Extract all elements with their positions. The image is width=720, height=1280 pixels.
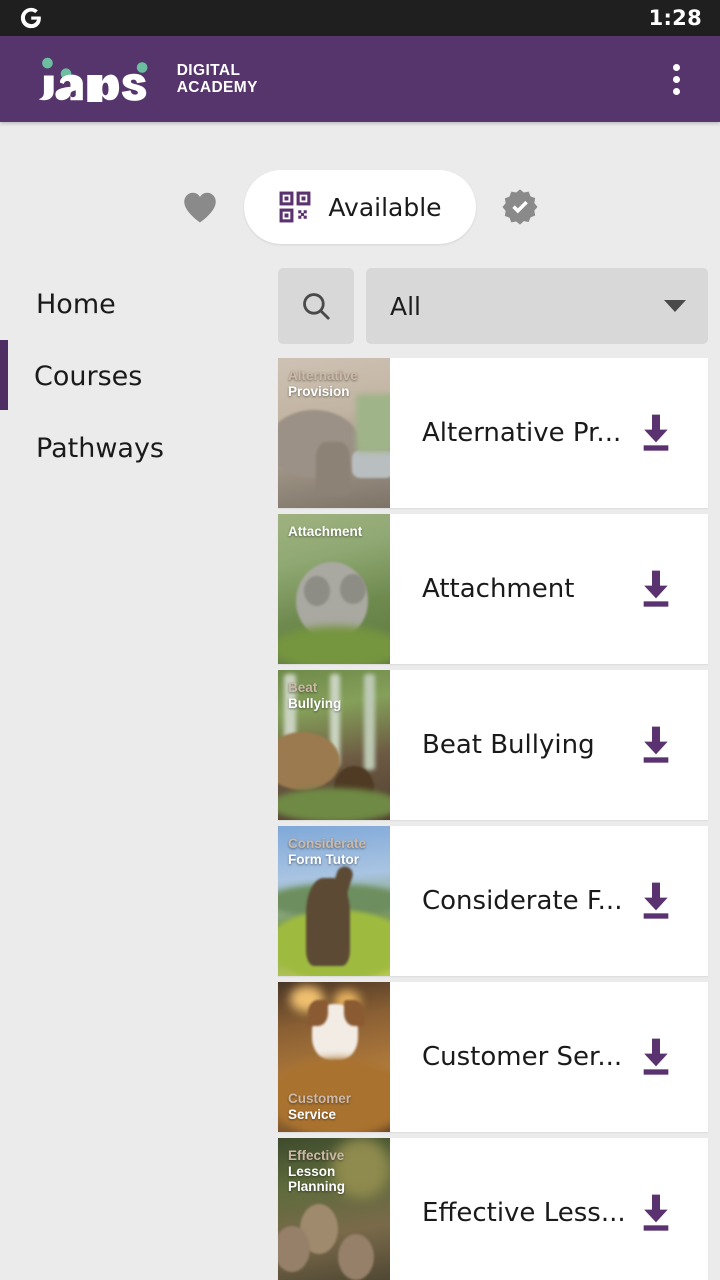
course-list-item[interactable]: Effective Lesson Planning Effective Less… xyxy=(278,1138,708,1280)
course-thumbnail: Customer Service xyxy=(278,982,390,1132)
search-icon xyxy=(303,293,330,320)
thumb-label-line2: Lesson xyxy=(288,1163,336,1179)
course-card-main: Alternative Pr... xyxy=(390,358,708,508)
course-card-main: Customer Ser... xyxy=(390,982,708,1132)
course-list-item[interactable]: Customer Service Customer Ser... xyxy=(278,982,708,1132)
course-thumbnail: Beat Bullying xyxy=(278,670,390,820)
sidebar-item-courses[interactable]: Courses xyxy=(0,340,278,412)
course-title: Attachment xyxy=(422,574,575,604)
download-icon[interactable] xyxy=(636,723,676,767)
thumb-label-line1: Beat xyxy=(288,680,318,695)
course-panel: All Alternative Provision Alternative Pr… xyxy=(278,246,720,1280)
course-list-item[interactable]: Attachment Attachment xyxy=(278,514,708,664)
course-card-main: Considerate F... xyxy=(390,826,708,976)
tab-favorites[interactable] xyxy=(168,175,232,239)
thumb-label-line1: Customer xyxy=(288,1091,352,1106)
heart-icon xyxy=(184,192,217,223)
download-icon[interactable] xyxy=(636,567,676,611)
course-card-main: Attachment xyxy=(390,514,708,664)
course-thumbnail-label: Customer Service xyxy=(278,1085,390,1122)
iaps-logo-icon xyxy=(28,56,161,102)
course-title: Alternative Pr... xyxy=(422,418,622,448)
chevron-down-icon xyxy=(664,300,686,312)
download-icon[interactable] xyxy=(636,1035,676,1079)
sidebar: Home Courses Pathways xyxy=(0,246,278,1280)
sidebar-item-label: Home xyxy=(36,288,116,320)
google-g-icon xyxy=(18,5,44,31)
course-thumbnail: Alternative Provision xyxy=(278,358,390,508)
brand-subtitle-line1: DIGITAL xyxy=(176,62,241,79)
status-bar-clock: 1:28 xyxy=(648,6,702,30)
thumb-label-line1: Effective xyxy=(288,1148,345,1163)
thumb-label-line3: Planning xyxy=(288,1179,345,1194)
course-list-item[interactable]: Alternative Provision Alternative Pr... xyxy=(278,358,708,508)
course-title: Considerate F... xyxy=(422,886,623,916)
thumb-label-line1: Alternative xyxy=(288,368,358,383)
course-thumbnail: Attachment xyxy=(278,514,390,664)
thumb-label-line2: Form Tutor xyxy=(288,851,359,867)
status-bar: 1:28 xyxy=(0,0,720,36)
brand-logo: DIGITAL ACADEMY xyxy=(28,56,258,102)
sidebar-item-label: Courses xyxy=(34,360,143,392)
course-thumbnail-label: Effective Lesson Planning xyxy=(278,1142,390,1195)
qr-code-icon xyxy=(279,191,311,223)
filter-tab-bar: Available xyxy=(0,122,720,246)
tab-available[interactable]: Available xyxy=(244,170,476,244)
sidebar-item-pathways[interactable]: Pathways xyxy=(0,412,278,484)
tab-available-label: Available xyxy=(328,192,442,222)
course-card-main: Effective Less... xyxy=(390,1138,708,1280)
thumb-label-line2: Provision xyxy=(288,383,350,399)
more-vertical-icon[interactable] xyxy=(654,53,698,105)
course-thumbnail: Effective Lesson Planning xyxy=(278,1138,390,1280)
category-dropdown[interactable]: All xyxy=(366,268,708,344)
course-thumbnail-label: Alternative Provision xyxy=(278,362,390,399)
app-root: 1:28 DIGITAL ACADEMY Available Home Cour… xyxy=(0,0,720,1280)
course-thumbnail-label: Beat Bullying xyxy=(278,674,390,711)
thumb-label-line1: Attachment xyxy=(288,524,363,539)
filter-bar: All xyxy=(278,246,708,358)
course-list-item[interactable]: Considerate Form Tutor Considerate F... xyxy=(278,826,708,976)
download-icon[interactable] xyxy=(636,1191,676,1235)
course-list: Alternative Provision Alternative Pr... xyxy=(278,358,708,1280)
download-icon[interactable] xyxy=(636,411,676,455)
sidebar-item-label: Pathways xyxy=(36,432,164,464)
course-title: Beat Bullying xyxy=(422,730,595,760)
course-list-item[interactable]: Beat Bullying Beat Bullying xyxy=(278,670,708,820)
course-card-main: Beat Bullying xyxy=(390,670,708,820)
verified-badge-icon xyxy=(502,189,538,225)
course-thumbnail: Considerate Form Tutor xyxy=(278,826,390,976)
course-thumbnail-label: Considerate Form Tutor xyxy=(278,830,390,867)
brand-subtitle-line2: ACADEMY xyxy=(176,79,258,96)
category-dropdown-value: All xyxy=(390,291,421,321)
app-bar: DIGITAL ACADEMY xyxy=(0,36,720,122)
thumb-label-line2: Bullying xyxy=(288,695,342,711)
sidebar-item-home[interactable]: Home xyxy=(0,268,278,340)
page-body: Home Courses Pathways All Alternative Pr… xyxy=(0,246,720,1280)
course-title: Effective Less... xyxy=(422,1198,626,1228)
thumb-label-line1: Considerate xyxy=(288,836,367,851)
tab-completed[interactable] xyxy=(488,175,552,239)
download-icon[interactable] xyxy=(636,879,676,923)
course-thumbnail-label: Attachment xyxy=(278,518,390,540)
search-button[interactable] xyxy=(278,268,354,344)
thumb-label-line2: Service xyxy=(288,1106,337,1122)
brand-subtitle: DIGITAL ACADEMY xyxy=(177,62,258,96)
course-title: Customer Ser... xyxy=(422,1042,623,1072)
